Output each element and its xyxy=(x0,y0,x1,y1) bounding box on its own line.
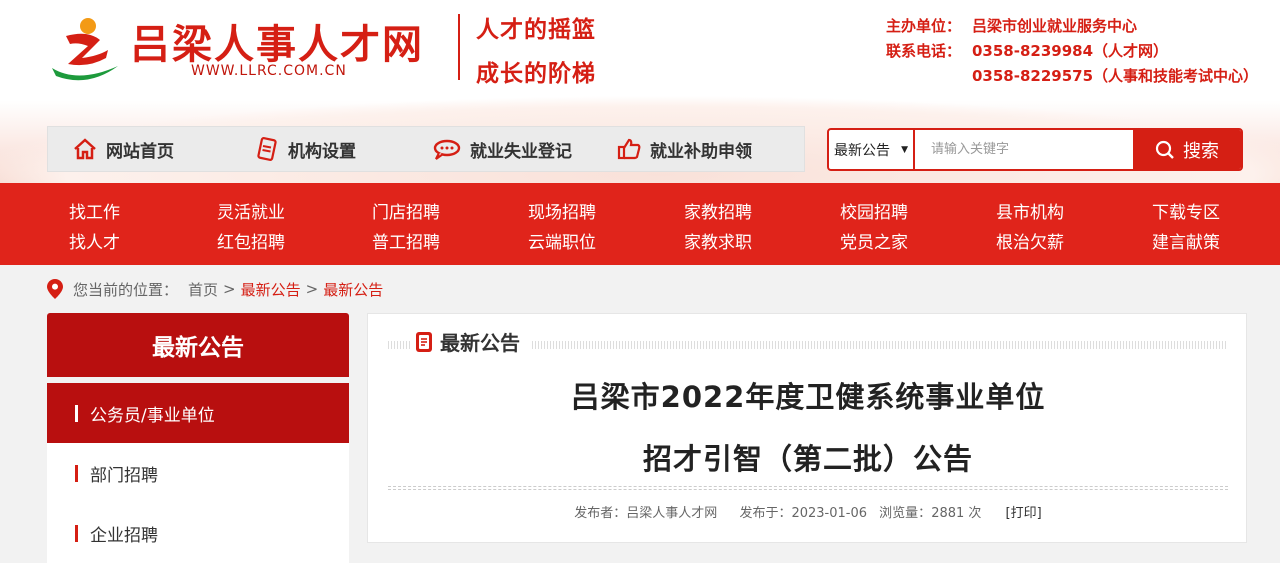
nav-tutor-seeking[interactable]: 家教求职 xyxy=(684,228,752,253)
thumbs-up-icon xyxy=(617,138,641,160)
print-link[interactable]: [打印] xyxy=(1006,506,1042,521)
nav-party-home[interactable]: 党员之家 xyxy=(840,228,908,253)
contact-info: 主办单位： 吕梁市创业就业服务中心 联系电话： 0358-8239984（人才网） … xyxy=(886,14,1258,89)
breadcrumb-separator: > xyxy=(305,280,319,298)
views-label: 浏览量： xyxy=(879,506,932,521)
search-button[interactable]: 搜索 xyxy=(1133,130,1241,169)
section-title: 最新公告 xyxy=(410,327,530,356)
article-title-line-2: 招才引智（第二批）公告 xyxy=(642,442,973,476)
phone-2: 0358-8229575（人事和技能考试中心） xyxy=(972,67,1259,85)
article-meta: 发布者：吕梁人事人才网 发布于：2023-01-06 浏览量：2881 次 [打… xyxy=(368,502,1248,521)
phone-label: 联系电话： xyxy=(886,42,962,60)
nav-county-org[interactable]: 县市机构 xyxy=(996,198,1064,223)
breadcrumb: 您当前的位置： 首页 > 最新公告 > 最新公告 xyxy=(47,274,383,304)
top-nav: 网站首页 机构设置 就业失业登记 就业补助申领 xyxy=(47,126,805,172)
breadcrumb-separator: > xyxy=(223,280,236,298)
site-url[interactable]: WWW.LLRC.COM.CN xyxy=(191,63,347,79)
section-title-label: 最新公告 xyxy=(440,331,520,355)
search-category-select[interactable]: 最新公告 ▼ xyxy=(829,130,915,169)
caret-down-icon: ▼ xyxy=(901,145,908,155)
search-bar: 最新公告 ▼ 搜索 xyxy=(827,128,1243,171)
location-pin-icon xyxy=(47,279,63,299)
slogan-line-2: 成长的阶梯 xyxy=(476,60,596,87)
sidebar-item-marker xyxy=(75,404,78,422)
header-divider xyxy=(458,14,460,80)
sidebar-item-label: 部门招聘 xyxy=(90,465,158,486)
sidebar-item-enterprise-hiring[interactable]: 企业招聘 xyxy=(47,503,349,563)
search-input[interactable] xyxy=(915,130,1133,169)
nav-campus-hiring[interactable]: 校园招聘 xyxy=(840,198,908,223)
nav-redpacket-hiring[interactable]: 红包招聘 xyxy=(217,228,285,253)
host-label: 主办单位： xyxy=(886,17,962,35)
sidebar-item-department-hiring[interactable]: 部门招聘 xyxy=(47,443,349,503)
nav-cloud-jobs[interactable]: 云端职位 xyxy=(528,228,596,253)
home-icon xyxy=(74,138,96,160)
nav-org[interactable]: 机构设置 xyxy=(254,127,432,171)
title-divider xyxy=(388,486,1228,487)
chat-icon xyxy=(433,139,461,160)
category-nav: 找工作 灵活就业 门店招聘 现场招聘 家教招聘 校园招聘 县市机构 下载专区 找… xyxy=(0,183,1280,265)
date-label: 发布于： xyxy=(739,506,792,521)
breadcrumb-prefix: 您当前的位置： xyxy=(73,280,179,299)
nav-worker-hiring[interactable]: 普工招聘 xyxy=(372,228,440,253)
nav-wage-arrears[interactable]: 根治欠薪 xyxy=(996,228,1064,253)
site-name[interactable]: 吕梁人事人才网 xyxy=(130,12,424,70)
publisher-label: 发布者： xyxy=(574,506,627,521)
nav-find-talent[interactable]: 找人才 xyxy=(69,228,120,253)
nav-org-label: 机构设置 xyxy=(288,141,356,162)
views-value: 2881 次 xyxy=(931,506,982,521)
sidebar-item-label: 企业招聘 xyxy=(90,525,158,546)
article-title-line-1: 吕梁市2022年度卫健系统事业单位 xyxy=(570,380,1046,414)
nav-home-label: 网站首页 xyxy=(106,141,174,162)
nav-employment-register-label: 就业失业登记 xyxy=(470,141,572,162)
document-icon xyxy=(257,137,277,161)
breadcrumb-level-1[interactable]: 最新公告 xyxy=(241,279,301,300)
notice-book-icon xyxy=(416,331,432,352)
nav-suggestions[interactable]: 建言献策 xyxy=(1152,228,1220,253)
nav-store-hiring[interactable]: 门店招聘 xyxy=(372,198,440,223)
site-header: 吕梁人事人才网 WWW.LLRC.COM.CN 人才的摇篮 成长的阶梯 主办单位… xyxy=(0,0,1280,183)
nav-subsidy[interactable]: 就业补助申领 xyxy=(616,127,776,171)
sidebar-item-civil-servant[interactable]: 公务员/事业单位 xyxy=(47,383,349,443)
search-category-value: 最新公告 xyxy=(834,142,890,159)
breadcrumb-level-2[interactable]: 最新公告 xyxy=(323,279,383,300)
nav-employment-register[interactable]: 就业失业登记 xyxy=(432,127,616,171)
sidebar-title: 最新公告 xyxy=(47,313,349,377)
breadcrumb-home[interactable]: 首页 xyxy=(188,279,218,300)
sidebar-item-label: 公务员/事业单位 xyxy=(90,405,215,426)
nav-flexible-job[interactable]: 灵活就业 xyxy=(217,198,285,223)
nav-subsidy-label: 就业补助申领 xyxy=(650,141,752,162)
phone-1: 0358-8239984（人才网） xyxy=(972,42,1169,60)
nav-onsite-hiring[interactable]: 现场招聘 xyxy=(528,198,596,223)
nav-find-job[interactable]: 找工作 xyxy=(69,198,120,223)
sidebar-item-marker xyxy=(75,464,78,482)
search-icon xyxy=(1155,140,1174,159)
search-button-label: 搜索 xyxy=(1183,140,1219,162)
slogan-line-1: 人才的摇篮 xyxy=(476,16,596,43)
sidebar-item-marker xyxy=(75,524,78,542)
nav-tutor-hiring[interactable]: 家教招聘 xyxy=(684,198,752,223)
date-value: 2023-01-06 xyxy=(791,506,868,521)
nav-downloads[interactable]: 下载专区 xyxy=(1152,198,1220,223)
section-header: 最新公告 xyxy=(388,327,1228,357)
site-logo-icon[interactable] xyxy=(48,14,120,84)
host-value: 吕梁市创业就业服务中心 xyxy=(972,17,1138,35)
nav-home[interactable]: 网站首页 xyxy=(72,127,254,171)
title-divider xyxy=(388,489,1228,490)
publisher-value: 吕梁人事人才网 xyxy=(626,506,718,521)
article-panel: 最新公告 吕梁市2022年度卫健系统事业单位 招才引智（第二批）公告 发布者：吕… xyxy=(367,313,1247,543)
